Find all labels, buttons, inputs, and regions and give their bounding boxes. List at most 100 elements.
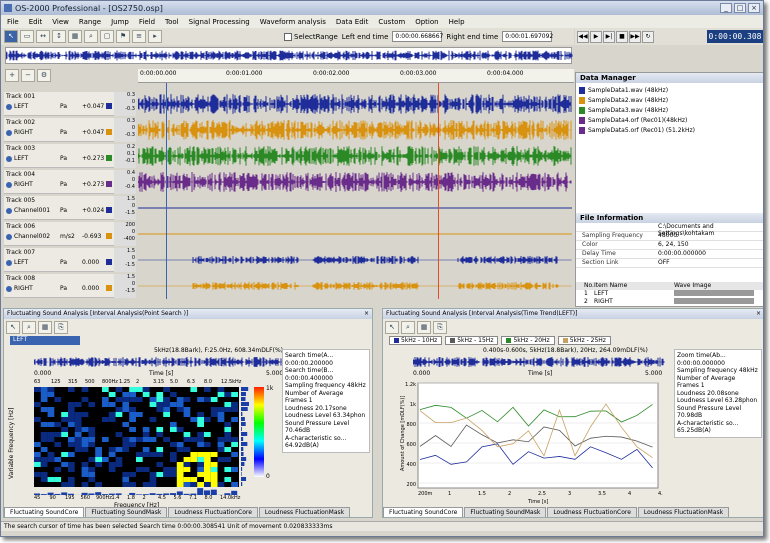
track-header[interactable]: Track 001 LEFT Pa +0.047 [4, 92, 114, 116]
play-range-icon[interactable]: ▶| [603, 30, 615, 43]
play-marker-icon[interactable]: ▸ [148, 30, 162, 43]
menu-waveform-analysis[interactable]: Waveform analysis [260, 18, 326, 26]
track-header[interactable]: Track 008 RIGHT Pa 0.000 [4, 274, 114, 298]
data-file-item[interactable]: SampleData2.wav (48kHz) [579, 95, 761, 105]
waveform[interactable] [138, 248, 572, 272]
play-icon[interactable]: ▶ [590, 30, 602, 43]
record-icon[interactable] [6, 234, 12, 240]
waveform[interactable] [138, 274, 572, 298]
color-swatch[interactable] [106, 259, 112, 265]
item-row[interactable]: 2 RIGHT [576, 298, 763, 306]
track-header[interactable]: Track 005 Channel001 Pa +0.024 [4, 196, 114, 220]
track[interactable]: Track 004 RIGHT Pa +0.273 0.4 0 -0.4 [4, 170, 574, 194]
track[interactable]: Track 001 LEFT Pa +0.047 0.3 0 -0.3 [4, 92, 574, 116]
right-end-field[interactable]: 0:00:01.697092 [502, 31, 553, 42]
track[interactable]: Track 006 Channel002 m/s2 -0.693 200 0 -400 [4, 222, 574, 246]
waveform[interactable] [138, 144, 572, 168]
zoom-time-icon[interactable]: ↔ [36, 30, 50, 43]
track-header[interactable]: Track 007 LEFT Pa 0.000 [4, 248, 114, 272]
menu-tool[interactable]: Tool [165, 18, 179, 26]
record-icon[interactable] [6, 130, 12, 136]
zoom-amp-icon[interactable]: ↕ [52, 30, 66, 43]
track-header[interactable]: Track 004 RIGHT Pa +0.273 [4, 170, 114, 194]
legend-item[interactable]: 5kHz - 20Hz [501, 336, 555, 345]
loop-icon[interactable]: ↻ [642, 30, 654, 43]
panel-tab[interactable]: Fluctuating SoundCore [383, 507, 464, 517]
panel-tab[interactable]: Fluctuating SoundMask [464, 507, 547, 517]
copy-icon[interactable]: ⎘ [433, 321, 447, 334]
menu-custom[interactable]: Custom [378, 18, 405, 26]
record-icon[interactable] [6, 182, 12, 188]
zoom-icon[interactable]: ⌕ [401, 321, 415, 334]
left-end-field[interactable]: 0:00:00.668667 [392, 31, 443, 42]
maximize-button[interactable]: □ [734, 3, 746, 13]
data-file-item[interactable]: SampleData3.wav (48kHz) [579, 105, 761, 115]
data-file-item[interactable]: SampleData5.orf (Rec01) (51.2kHz) [579, 125, 761, 135]
cursor-icon[interactable]: ↖ [6, 321, 20, 334]
add-track-icon[interactable]: + [5, 69, 19, 82]
waveform[interactable] [138, 118, 572, 142]
record-icon[interactable] [6, 208, 12, 214]
channel-selector[interactable]: LEFT [10, 336, 80, 345]
delete-track-icon[interactable]: − [21, 69, 35, 82]
window-icon[interactable]: ▢ [100, 30, 114, 43]
range-tool-icon[interactable]: ▭ [20, 30, 34, 43]
color-swatch[interactable] [106, 155, 112, 161]
menu-help[interactable]: Help [449, 18, 465, 26]
waveform[interactable] [138, 196, 572, 220]
color-swatch[interactable] [106, 207, 112, 213]
info-value[interactable]: 0:00:00.000000 [658, 250, 763, 258]
track[interactable]: Track 005 Channel001 Pa +0.024 1.5 0 -1.5 [4, 196, 574, 220]
grid-icon[interactable]: ▦ [68, 30, 82, 43]
track[interactable]: Track 002 RIGHT Pa +0.047 0.3 0 -0.3 [4, 118, 574, 142]
list-icon[interactable]: ≡ [132, 30, 146, 43]
panel-tab[interactable]: Loudness FluctuationMask [637, 507, 730, 517]
track-header[interactable]: Track 003 LEFT Pa +0.273 [4, 144, 114, 168]
track[interactable]: Track 007 LEFT Pa 0.000 1.5 0 -1.5 [4, 248, 574, 272]
color-swatch[interactable] [106, 129, 112, 135]
menu-jump[interactable]: Jump [111, 18, 129, 26]
search-cursor[interactable] [166, 83, 167, 299]
color-swatch[interactable] [106, 181, 112, 187]
menu-option[interactable]: Option [415, 18, 438, 26]
panel-tab[interactable]: Loudness FluctuationCore [547, 507, 637, 517]
forward-icon[interactable]: ▶▶ [629, 30, 641, 43]
grid-icon[interactable]: ▦ [38, 321, 52, 334]
close-button[interactable]: × [748, 3, 760, 13]
marker-icon[interactable]: ⚑ [116, 30, 130, 43]
record-icon[interactable] [6, 156, 12, 162]
track[interactable]: Track 003 LEFT Pa +0.273 0.2 0.1 -0.1 [4, 144, 574, 168]
legend-item[interactable]: 5kHz - 25Hz [557, 336, 611, 345]
menu-range[interactable]: Range [79, 18, 101, 26]
panel-tab[interactable]: Fluctuating SoundMask [85, 507, 168, 517]
panel-tab[interactable]: Loudness FluctuationMask [258, 507, 351, 517]
info-value[interactable]: 48000 [658, 232, 763, 240]
copy-icon[interactable]: ⎘ [54, 321, 68, 334]
panel-tab[interactable]: Fluctuating SoundCore [4, 507, 85, 517]
close-icon[interactable]: × [756, 309, 761, 319]
track-header[interactable]: Track 006 Channel002 m/s2 -0.693 [4, 222, 114, 246]
rewind-icon[interactable]: ◀◀ [577, 30, 589, 43]
track-settings-icon[interactable]: ⚙ [37, 69, 51, 82]
info-value[interactable]: OFF [658, 259, 763, 267]
time-ruler[interactable]: 0:00:00.000 0:00:01.000 0:00:02.000 0:00… [138, 69, 574, 83]
data-file-item[interactable]: SampleData1.wav (48kHz) [579, 85, 761, 95]
waveform[interactable] [138, 170, 572, 194]
legend-item[interactable]: 5kHz - 15Hz [445, 336, 499, 345]
info-value[interactable]: C:\Documents and Settings\kohtakam [658, 223, 763, 237]
panel-tab[interactable]: Loudness FluctuationCore [168, 507, 258, 517]
color-swatch[interactable] [106, 103, 112, 109]
grid-icon[interactable]: ▦ [417, 321, 431, 334]
menu-signal-processing[interactable]: Signal Processing [189, 18, 250, 26]
menu-field[interactable]: Field [139, 18, 155, 26]
menu-data-edit[interactable]: Data Edit [336, 18, 369, 26]
close-icon[interactable]: × [364, 309, 369, 319]
menu-view[interactable]: View [52, 18, 69, 26]
time-trend-chart[interactable]: 1.2k 1k 800 600 400 200200m 1 1.5 2 2.5 3 3.5 4 4.8 Ti… [398, 381, 663, 506]
waveform[interactable] [138, 92, 572, 116]
stop-icon[interactable]: ■ [616, 30, 628, 43]
info-value[interactable]: 6, 24, 150 [658, 241, 763, 249]
menu-edit[interactable]: Edit [29, 18, 43, 26]
search-icon[interactable]: ⌕ [84, 30, 98, 43]
record-icon[interactable] [6, 286, 12, 292]
